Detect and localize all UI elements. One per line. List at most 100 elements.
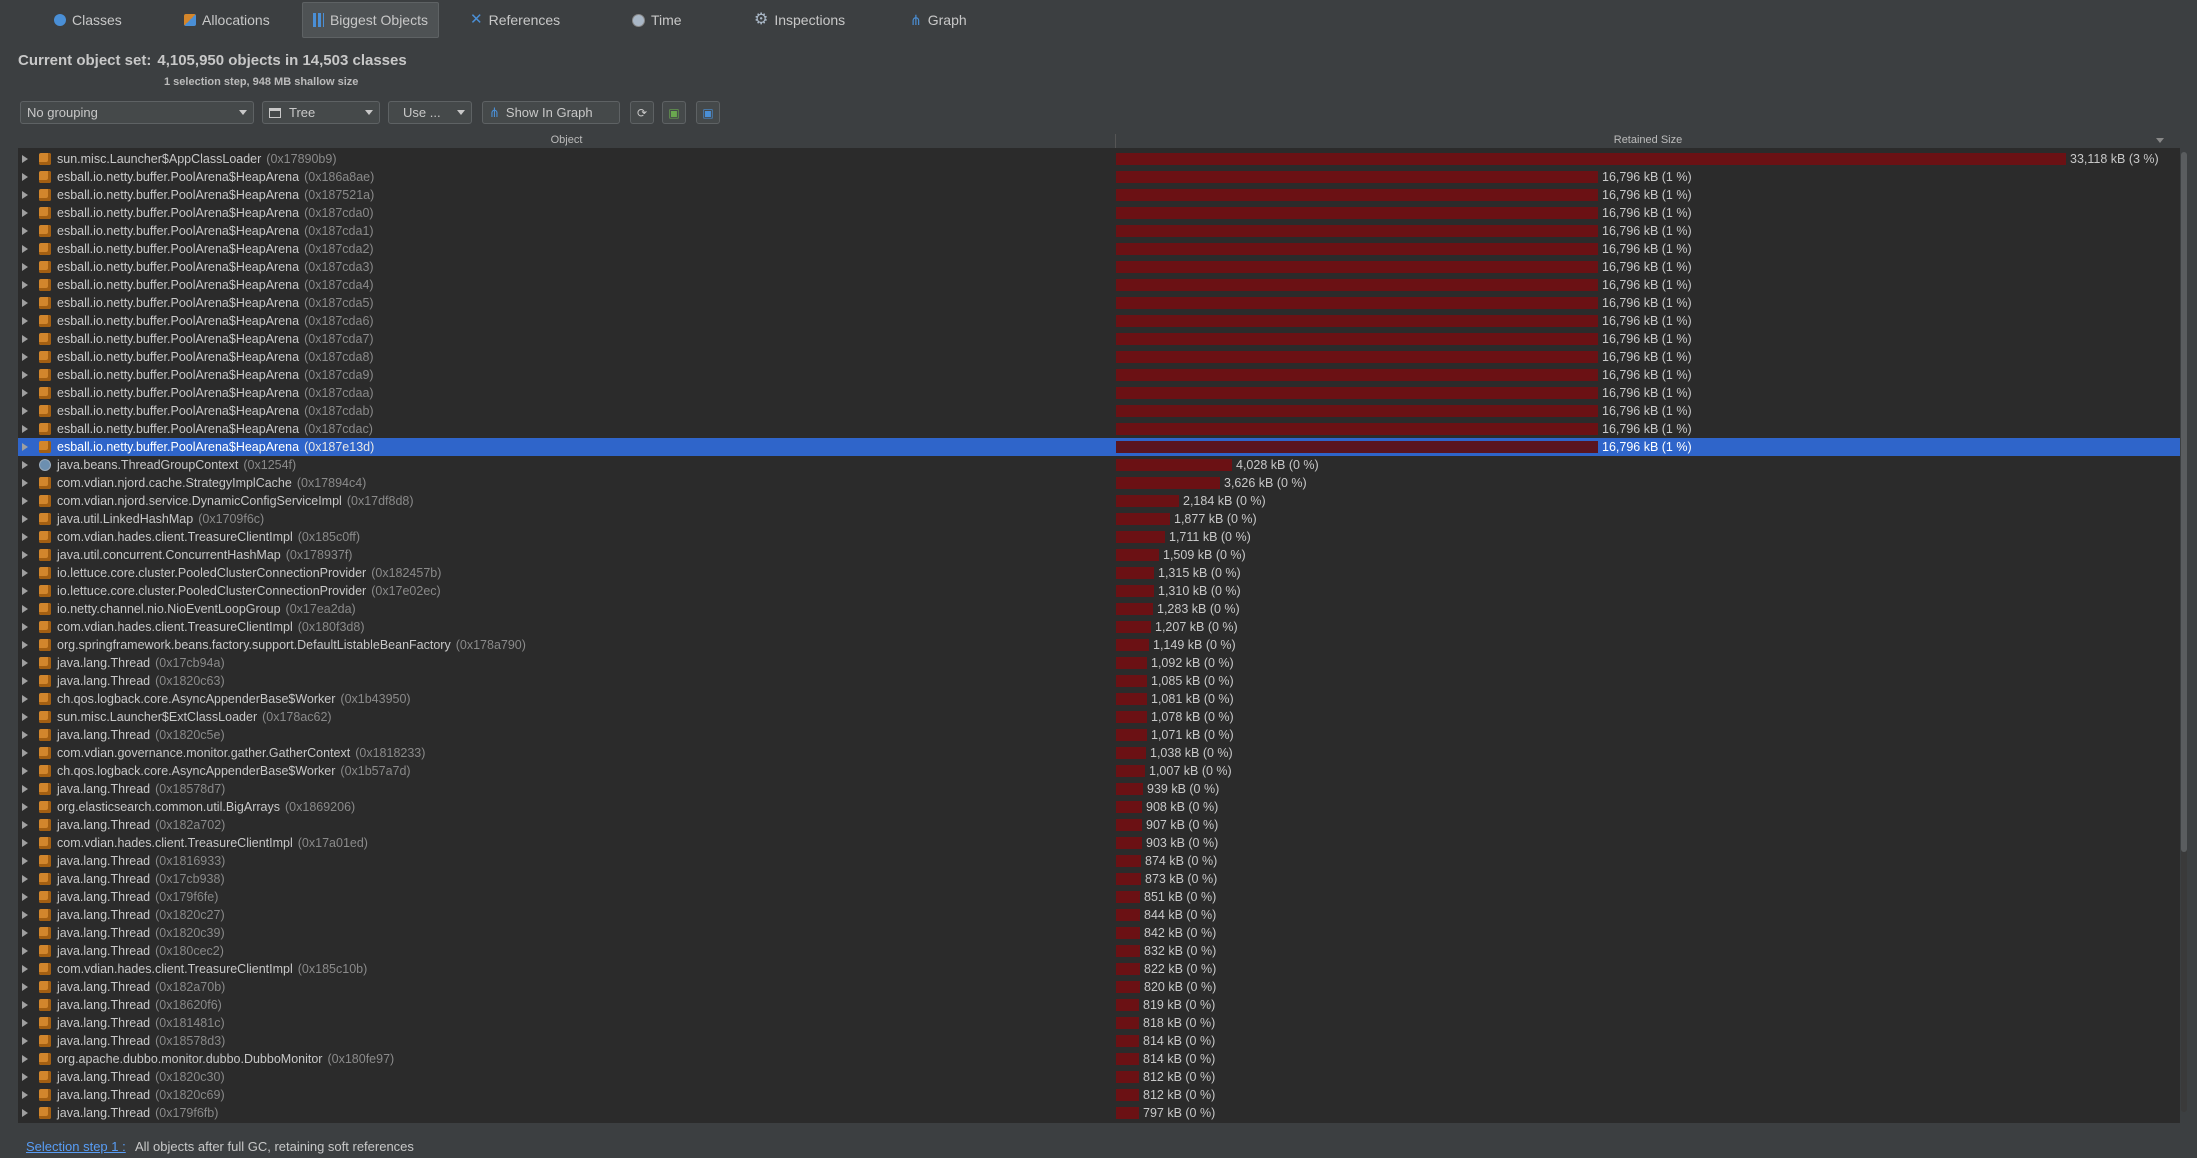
table-row[interactable]: esball.io.netty.buffer.PoolArena$HeapAre… — [18, 168, 2180, 186]
table-row[interactable]: java.lang.Thread (0x180cec2) 832 kB (0 %) — [18, 942, 2180, 960]
expand-arrow-icon[interactable] — [22, 191, 28, 199]
info-button[interactable]: ▣ — [696, 101, 720, 124]
tab-graph[interactable]: ⋔ Graph — [900, 2, 977, 38]
table-row[interactable]: java.lang.Thread (0x181481c) 818 kB (0 %) — [18, 1014, 2180, 1032]
column-header-object[interactable]: Object — [18, 134, 1116, 148]
expand-arrow-icon[interactable] — [22, 317, 28, 325]
expand-arrow-icon[interactable] — [22, 875, 28, 883]
expand-arrow-icon[interactable] — [22, 1091, 28, 1099]
table-row[interactable]: io.lettuce.core.cluster.PooledClusterCon… — [18, 582, 2180, 600]
table-row[interactable]: com.vdian.njord.cache.StrategyImplCache (… — [18, 474, 2180, 492]
table-row[interactable]: java.lang.Thread (0x18578d3) 814 kB (0 %) — [18, 1032, 2180, 1050]
expand-arrow-icon[interactable] — [22, 443, 28, 451]
table-row[interactable]: java.lang.Thread (0x182a70b) 820 kB (0 %) — [18, 978, 2180, 996]
scrollbar-thumb[interactable] — [2181, 152, 2187, 852]
tab-inspections[interactable]: ⚙ Inspections — [744, 2, 855, 38]
table-row[interactable]: sun.misc.Launcher$AppClassLoader (0x17890… — [18, 150, 2180, 168]
table-row[interactable]: esball.io.netty.buffer.PoolArena$HeapAre… — [18, 240, 2180, 258]
grouping-dropdown[interactable]: No grouping — [20, 101, 254, 124]
selection-step-link[interactable]: Selection step 1 : — [26, 1139, 126, 1154]
expand-arrow-icon[interactable] — [22, 515, 28, 523]
expand-arrow-icon[interactable] — [22, 497, 28, 505]
expand-arrow-icon[interactable] — [22, 299, 28, 307]
expand-arrow-icon[interactable] — [22, 749, 28, 757]
expand-arrow-icon[interactable] — [22, 839, 28, 847]
expand-arrow-icon[interactable] — [22, 1109, 28, 1117]
table-row[interactable]: java.util.LinkedHashMap (0x1709f6c) 1,877 … — [18, 510, 2180, 528]
tab-allocations[interactable]: Allocations — [174, 2, 280, 38]
table-row[interactable]: io.netty.channel.nio.NioEventLoopGroup (0… — [18, 600, 2180, 618]
table-row[interactable]: java.lang.Thread (0x1820c30) 812 kB (0 %) — [18, 1068, 2180, 1086]
tab-references[interactable]: ✕ References — [460, 2, 570, 38]
expand-arrow-icon[interactable] — [22, 857, 28, 865]
expand-arrow-icon[interactable] — [22, 371, 28, 379]
expand-arrow-icon[interactable] — [22, 461, 28, 469]
table-row[interactable]: java.lang.Thread (0x1820c69) 812 kB (0 %) — [18, 1086, 2180, 1104]
expand-arrow-icon[interactable] — [22, 155, 28, 163]
table-row[interactable]: java.lang.Thread (0x18578d7) 939 kB (0 %) — [18, 780, 2180, 798]
expand-arrow-icon[interactable] — [22, 587, 28, 595]
expand-arrow-icon[interactable] — [22, 281, 28, 289]
expand-arrow-icon[interactable] — [22, 785, 28, 793]
table-row[interactable]: esball.io.netty.buffer.PoolArena$HeapAre… — [18, 258, 2180, 276]
table-row[interactable]: java.lang.Thread (0x179f6fb) 797 kB (0 %) — [18, 1104, 2180, 1122]
expand-arrow-icon[interactable] — [22, 479, 28, 487]
expand-arrow-icon[interactable] — [22, 911, 28, 919]
expand-arrow-icon[interactable] — [22, 533, 28, 541]
expand-arrow-icon[interactable] — [22, 641, 28, 649]
use-dropdown[interactable]: Use ... — [388, 101, 472, 124]
table-row[interactable]: esball.io.netty.buffer.PoolArena$HeapAre… — [18, 312, 2180, 330]
show-in-graph-button[interactable]: ⋔ Show In Graph — [482, 101, 620, 124]
expand-arrow-icon[interactable] — [22, 245, 28, 253]
table-row[interactable]: java.lang.Thread (0x1816933) 874 kB (0 %) — [18, 852, 2180, 870]
expand-arrow-icon[interactable] — [22, 893, 28, 901]
table-row[interactable]: java.lang.Thread (0x1820c5e) 1,071 kB (0 %… — [18, 726, 2180, 744]
table-row[interactable]: esball.io.netty.buffer.PoolArena$HeapAre… — [18, 384, 2180, 402]
table-row[interactable]: java.lang.Thread (0x1820c39) 842 kB (0 %) — [18, 924, 2180, 942]
table-row[interactable]: com.vdian.governance.monitor.gather.Gath… — [18, 744, 2180, 762]
expand-arrow-icon[interactable] — [22, 659, 28, 667]
table-row[interactable]: esball.io.netty.buffer.PoolArena$HeapAre… — [18, 330, 2180, 348]
table-row[interactable]: java.lang.Thread (0x17cb94a) 1,092 kB (0 %… — [18, 654, 2180, 672]
column-header-retained-size[interactable]: Retained Size — [1116, 134, 2180, 146]
table-row[interactable]: java.beans.ThreadGroupContext (0x1254f) 4,… — [18, 456, 2180, 474]
expand-arrow-icon[interactable] — [22, 947, 28, 955]
expand-arrow-icon[interactable] — [22, 983, 28, 991]
tab-time[interactable]: Time — [622, 2, 692, 38]
expand-arrow-icon[interactable] — [22, 821, 28, 829]
table-row[interactable]: java.util.concurrent.ConcurrentHashMap (0… — [18, 546, 2180, 564]
vertical-scrollbar[interactable] — [2181, 152, 2187, 1112]
table-row[interactable]: java.lang.Thread (0x17cb938) 873 kB (0 %) — [18, 870, 2180, 888]
table-row[interactable]: esball.io.netty.buffer.PoolArena$HeapAre… — [18, 420, 2180, 438]
expand-arrow-icon[interactable] — [22, 803, 28, 811]
table-row[interactable]: esball.io.netty.buffer.PoolArena$HeapAre… — [18, 204, 2180, 222]
expand-arrow-icon[interactable] — [22, 425, 28, 433]
expand-arrow-icon[interactable] — [22, 173, 28, 181]
expand-arrow-icon[interactable] — [22, 1073, 28, 1081]
table-row[interactable]: java.lang.Thread (0x1820c63) 1,085 kB (0 %… — [18, 672, 2180, 690]
expand-arrow-icon[interactable] — [22, 263, 28, 271]
table-row[interactable]: org.springframework.beans.factory.suppor… — [18, 636, 2180, 654]
table-row[interactable]: com.vdian.hades.client.TreasureClientImp… — [18, 618, 2180, 636]
expand-arrow-icon[interactable] — [22, 227, 28, 235]
table-row[interactable]: java.lang.Thread (0x179f6fe) 851 kB (0 %) — [18, 888, 2180, 906]
expand-arrow-icon[interactable] — [22, 1001, 28, 1009]
table-row[interactable]: org.elasticsearch.common.util.BigArrays (… — [18, 798, 2180, 816]
expand-arrow-icon[interactable] — [22, 713, 28, 721]
table-row[interactable]: esball.io.netty.buffer.PoolArena$HeapAre… — [18, 276, 2180, 294]
expand-arrow-icon[interactable] — [22, 695, 28, 703]
expand-arrow-icon[interactable] — [22, 1019, 28, 1027]
expand-arrow-icon[interactable] — [22, 1055, 28, 1063]
table-row[interactable]: esball.io.netty.buffer.PoolArena$HeapAre… — [18, 366, 2180, 384]
refresh-button[interactable]: ⟳ — [630, 101, 654, 124]
table-row[interactable]: esball.io.netty.buffer.PoolArena$HeapAre… — [18, 186, 2180, 204]
table-row[interactable]: java.lang.Thread (0x18620f6) 819 kB (0 %) — [18, 996, 2180, 1014]
expand-arrow-icon[interactable] — [22, 623, 28, 631]
expand-arrow-icon[interactable] — [22, 677, 28, 685]
expand-arrow-icon[interactable] — [22, 605, 28, 613]
table-row[interactable]: ch.qos.logback.core.AsyncAppenderBase$Wo… — [18, 762, 2180, 780]
table-row[interactable]: com.vdian.hades.client.TreasureClientImp… — [18, 528, 2180, 546]
expand-arrow-icon[interactable] — [22, 335, 28, 343]
expand-arrow-icon[interactable] — [22, 1037, 28, 1045]
view-mode-dropdown[interactable]: Tree — [262, 101, 380, 124]
